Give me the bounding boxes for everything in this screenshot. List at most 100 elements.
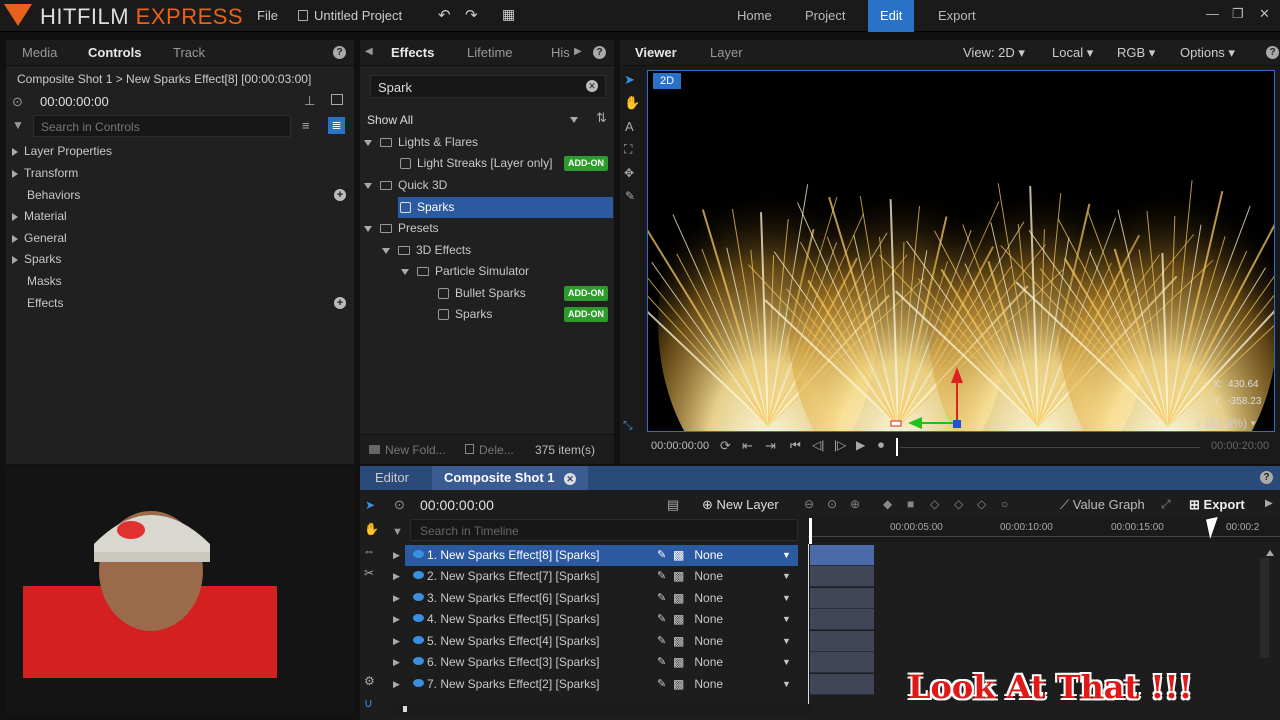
effects-filter-select[interactable]: Show All — [367, 113, 413, 127]
menu-file[interactable]: File — [257, 8, 278, 23]
edit-pencil-icon[interactable]: ✎ — [657, 631, 666, 652]
export-button[interactable]: ⊞ Export — [1189, 497, 1245, 513]
value-graph-button[interactable]: ⟋ Value Graph — [1060, 497, 1145, 513]
layer-row-7[interactable]: ▶ 7. New Sparks Effect[2] [Sparks] ✎ ▩ None… — [393, 674, 798, 695]
detail-view-icon[interactable]: ≣ — [328, 117, 345, 134]
blend-mode-select[interactable]: ▩ None — [673, 566, 723, 587]
keyframe-hold-icon[interactable]: ◇ — [977, 497, 986, 511]
set-out-icon[interactable]: ⇥ — [765, 438, 776, 454]
tree-quick-3d[interactable]: Quick 3D — [364, 175, 614, 196]
clip-layer-1[interactable] — [810, 545, 874, 566]
nav-home[interactable]: Home — [725, 0, 784, 32]
redo-icon[interactable]: ↷ — [465, 6, 478, 24]
set-in-icon[interactable]: ⇤ — [742, 438, 753, 454]
hand-tool-icon[interactable]: ✋ — [624, 95, 640, 111]
panel-layout-icon[interactable] — [331, 94, 343, 105]
grid-icon[interactable]: ▦ — [502, 6, 515, 23]
blend-mode-select[interactable]: ▩ None — [673, 588, 723, 609]
layer-row-5[interactable]: ▶ 5. New Sparks Effect[4] [Sparks] ✎ ▩ None… — [393, 631, 798, 652]
timeline-scrollbar[interactable] — [1260, 558, 1269, 658]
tab-editor[interactable]: Editor — [375, 465, 409, 491]
next-keyframe-icon[interactable]: ⊕ — [850, 497, 860, 511]
keyframe-diamond-icon[interactable]: ◆ — [883, 497, 892, 511]
clip-layer-6[interactable] — [810, 652, 874, 673]
tree-particle-simulator[interactable]: Particle Simulator — [401, 261, 614, 282]
tree-sparks-selected[interactable]: Sparks — [398, 197, 613, 218]
view-mode-select[interactable]: View: 2D ▾ — [963, 40, 1025, 66]
chevron-down-icon[interactable]: ▼ — [782, 674, 791, 695]
media-icon[interactable]: ▤ — [667, 497, 679, 513]
tab-effects[interactable]: Effects — [391, 40, 434, 66]
blend-mode-select[interactable]: ▩ None — [673, 674, 723, 695]
tl-settings-icon[interactable]: ⚙ — [364, 674, 375, 688]
edit-pencil-icon[interactable]: ✎ — [657, 674, 666, 695]
tab-controls[interactable]: Controls — [88, 40, 141, 66]
move-tool-icon[interactable]: ✥ — [624, 166, 634, 180]
text-tool-icon[interactable]: A — [625, 119, 634, 134]
tab-composite-shot[interactable]: Composite Shot 1 ✕ — [432, 466, 589, 490]
zoom-select[interactable]: ⌕ (51.8%) ▾ — [1195, 416, 1255, 431]
delete-button[interactable]: Dele... — [465, 443, 514, 457]
edit-pencil-icon[interactable]: ✎ — [657, 545, 666, 566]
select-tool-icon[interactable]: ➤ — [624, 72, 635, 88]
layer-row-2[interactable]: ▶ 2. New Sparks Effect[7] [Sparks] ✎ ▩ None… — [393, 566, 798, 587]
help-icon[interactable]: ? — [593, 46, 606, 59]
edit-pencil-icon[interactable]: ✎ — [657, 588, 666, 609]
loop-icon[interactable]: ⟳ — [720, 438, 731, 454]
keyframe-square-icon[interactable]: ■ — [907, 497, 914, 511]
nav-export[interactable]: Export — [926, 0, 988, 32]
minimize-icon[interactable]: — — [1206, 6, 1219, 21]
record-icon[interactable]: ⏺ — [878, 438, 884, 453]
edit-pencil-icon[interactable]: ✎ — [657, 566, 666, 587]
visibility-eye-icon[interactable] — [413, 614, 424, 622]
help-icon[interactable]: ? — [1266, 46, 1279, 59]
new-layer-button[interactable]: ⊕ New Layer — [702, 497, 779, 513]
chevron-down-icon[interactable]: ▼ — [782, 631, 791, 652]
chevron-down-icon[interactable]: ▼ — [782, 588, 791, 609]
viewer-playhead[interactable] — [896, 438, 898, 456]
tabs-right-icon[interactable]: ▶ — [574, 46, 582, 57]
nav-project[interactable]: Project — [793, 0, 857, 32]
space-select[interactable]: Local ▾ — [1052, 40, 1093, 66]
options-select[interactable]: Options ▾ — [1180, 40, 1235, 66]
add-effect-icon[interactable]: + — [334, 297, 346, 309]
layer-row-3[interactable]: ▶ 3. New Sparks Effect[6] [Sparks] ✎ ▩ None… — [393, 588, 798, 609]
chevron-down-icon[interactable]: ▼ — [782, 545, 791, 566]
tree-presets[interactable]: Presets — [364, 218, 614, 239]
viewer-canvas[interactable]: 2D X: 430.64 Y: -358.23 ⌕ (51.8%) ▾ — [647, 70, 1275, 432]
toolbar-more-icon[interactable]: ▶ — [1265, 498, 1273, 509]
chevron-down-icon[interactable]: ▼ — [782, 566, 791, 587]
tree-3d-effects[interactable]: 3D Effects — [382, 240, 614, 261]
prev-frame-icon[interactable]: ◁| — [812, 438, 824, 452]
keyframe-smooth-icon[interactable]: ◇ — [954, 497, 963, 511]
sort-icon[interactable]: ⇅ — [596, 110, 607, 126]
clip-layer-4[interactable] — [810, 609, 874, 630]
close-icon[interactable]: ✕ — [1259, 6, 1270, 22]
keyframe-linear-icon[interactable]: ◇ — [930, 497, 939, 511]
control-sparks[interactable]: Sparks — [12, 249, 61, 270]
visibility-eye-icon[interactable] — [413, 550, 424, 558]
keyframe-ease-icon[interactable]: ○ — [1001, 497, 1008, 511]
edit-pencil-icon[interactable]: ✎ — [657, 609, 666, 630]
control-general[interactable]: General — [12, 228, 67, 249]
undo-icon[interactable]: ↶ — [438, 6, 451, 24]
close-tab-icon[interactable]: ✕ — [564, 473, 577, 485]
tree-sparks-preset[interactable]: Sparks ADD-ON — [438, 304, 614, 325]
layer-row-6[interactable]: ▶ 6. New Sparks Effect[3] [Sparks] ✎ ▩ None… — [393, 652, 798, 673]
chevron-down-icon[interactable] — [570, 117, 578, 123]
edit-pencil-icon[interactable]: ✎ — [657, 652, 666, 673]
help-icon[interactable]: ? — [333, 46, 346, 59]
layer-row-4[interactable]: ▶ 4. New Sparks Effect[5] [Sparks] ✎ ▩ None… — [393, 609, 798, 630]
tab-viewer[interactable]: Viewer — [635, 40, 677, 66]
go-start-icon[interactable]: ⏮ — [790, 438, 801, 453]
controls-search-input[interactable]: Search in Controls — [33, 115, 291, 137]
link-tool-icon[interactable]: ⤡ — [623, 418, 633, 433]
clear-search-icon[interactable]: ✕ — [586, 80, 598, 92]
control-effects[interactable]: Effects + — [27, 293, 354, 314]
clip-layer-3[interactable] — [810, 588, 874, 609]
channel-select[interactable]: RGB ▾ — [1117, 40, 1155, 66]
tab-track[interactable]: Track — [173, 40, 205, 66]
tabs-left-icon[interactable]: ◀ — [365, 46, 373, 57]
blend-mode-select[interactable]: ▩ None — [673, 609, 723, 630]
transform-tool-icon[interactable]: ⛶ — [624, 142, 632, 157]
